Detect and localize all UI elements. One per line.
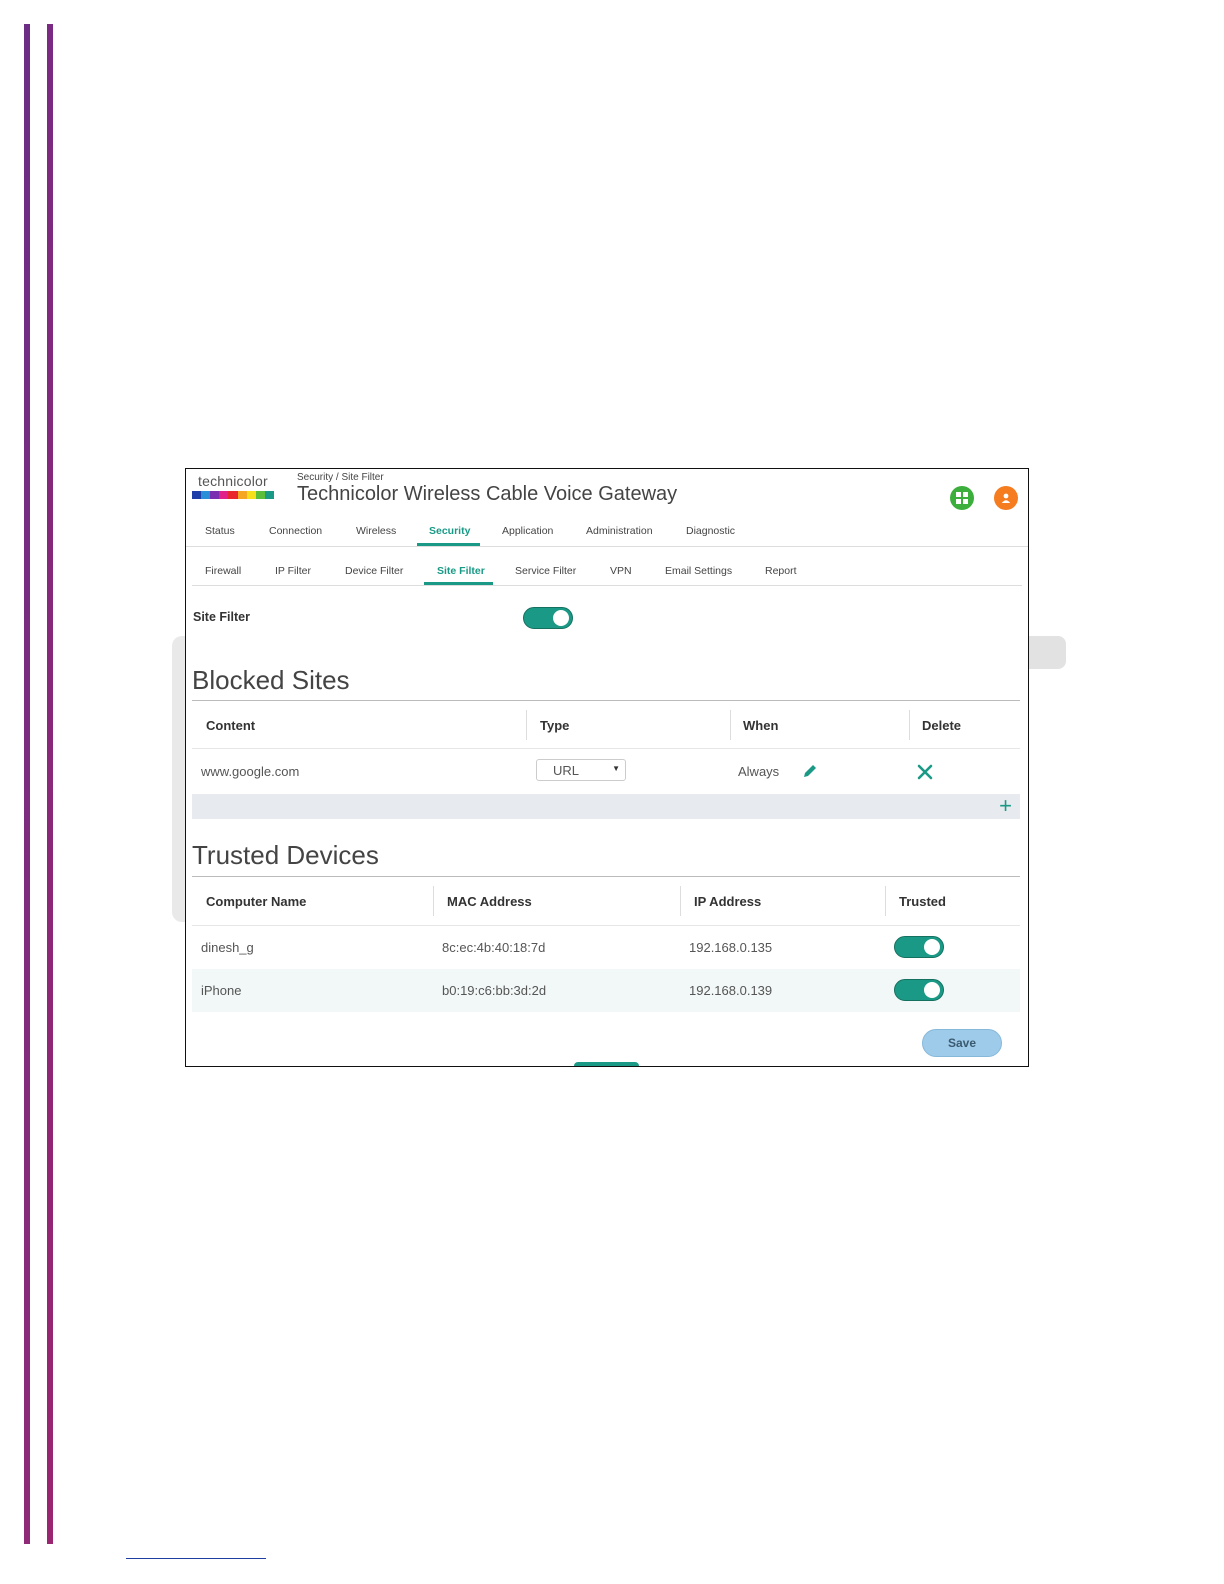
- column-separator: [526, 710, 527, 740]
- add-plus-icon[interactable]: +: [999, 793, 1012, 818]
- blocked-header-type: Type: [540, 718, 570, 733]
- nav-security[interactable]: Security: [429, 525, 470, 537]
- type-select-value: URL: [553, 763, 580, 778]
- trusted-header-ip: IP Address: [694, 894, 762, 909]
- subnav-device-filter[interactable]: Device Filter: [345, 565, 403, 577]
- blocked-sites-rule: [192, 700, 1020, 701]
- device-name: iPhone: [201, 983, 242, 998]
- page-margin-bar-right: [47, 24, 53, 1544]
- site-filter-toggle[interactable]: [523, 607, 573, 629]
- subnav-vpn[interactable]: VPN: [610, 565, 632, 577]
- router-screenshot: technicolor Security / Site Filter Techn…: [185, 468, 1029, 1067]
- trusted-devices-rule: [192, 876, 1020, 877]
- technicolor-logo: technicolor: [192, 473, 274, 499]
- toggle-knob: [924, 982, 940, 998]
- logo-text: technicolor: [198, 473, 268, 489]
- blocked-site-content: www.google.com: [201, 764, 300, 779]
- subnav-site-filter[interactable]: Site Filter: [437, 565, 485, 577]
- trusted-header-trusted: Trusted: [899, 894, 946, 909]
- logo-stripe-segment: [210, 491, 220, 499]
- subnav-firewall[interactable]: Firewall: [205, 565, 241, 577]
- subnav-active-indicator: [424, 582, 493, 585]
- column-separator: [909, 710, 910, 740]
- nav-connection[interactable]: Connection: [269, 525, 322, 537]
- column-separator: [730, 710, 731, 740]
- logo-stripe-segment: [228, 491, 238, 499]
- blocked-header-content: Content: [206, 718, 256, 733]
- logo-stripe-segment: [264, 491, 274, 499]
- device-ip: 192.168.0.139: [689, 983, 773, 998]
- logo-stripe-segment: [246, 491, 256, 499]
- row-divider: [192, 748, 1020, 749]
- add-blocked-site-row: +: [192, 793, 1020, 819]
- site-filter-label: Site Filter: [193, 610, 250, 624]
- nav-active-indicator: [417, 543, 480, 546]
- main-nav: Status Connection Wireless Security Appl…: [186, 521, 1028, 547]
- blocked-sites-title: Blocked Sites: [192, 665, 350, 695]
- bottom-tab-handle: [574, 1062, 639, 1066]
- logo-stripe-segment: [219, 491, 229, 499]
- column-separator: [885, 886, 886, 916]
- column-separator: [433, 886, 434, 916]
- sub-nav: Firewall IP Filter Device Filter Site Fi…: [192, 561, 1022, 586]
- user-icon[interactable]: [994, 486, 1018, 510]
- column-separator: [680, 886, 681, 916]
- save-button[interactable]: Save: [922, 1029, 1002, 1057]
- logo-stripe-segment: [237, 491, 247, 499]
- logo-stripe: [192, 491, 274, 499]
- apps-grid-icon[interactable]: [950, 486, 974, 510]
- blocked-header-delete: Delete: [922, 718, 962, 733]
- breadcrumb: Security / Site Filter: [297, 472, 384, 483]
- logo-stripe-segment: [201, 491, 211, 499]
- subnav-report[interactable]: Report: [765, 565, 797, 577]
- nav-application[interactable]: Application: [502, 525, 553, 537]
- nav-status[interactable]: Status: [205, 525, 235, 537]
- page-title: Technicolor Wireless Cable Voice Gateway: [297, 483, 678, 505]
- blocked-site-when: Always: [738, 764, 780, 779]
- device-mac: b0:19:c6:bb:3d:2d: [442, 983, 547, 998]
- nav-administration[interactable]: Administration: [586, 525, 653, 537]
- toggle-knob: [553, 610, 569, 626]
- footnote-separator: [126, 1558, 266, 1559]
- row-divider: [192, 925, 1020, 926]
- page-margin-bar-left: [24, 24, 30, 1544]
- toggle-knob: [924, 939, 940, 955]
- subnav-email-settings[interactable]: Email Settings: [665, 565, 732, 577]
- edit-pencil-icon[interactable]: [801, 762, 819, 785]
- caret-down-icon: ▼: [612, 764, 620, 773]
- device-name: dinesh_g: [201, 940, 254, 955]
- logo-stripe-segment: [255, 491, 265, 499]
- trusted-header-name: Computer Name: [206, 894, 307, 909]
- device-mac: 8c:ec:4b:40:18:7d: [442, 940, 546, 955]
- trusted-header-mac: MAC Address: [447, 894, 532, 909]
- nav-wireless[interactable]: Wireless: [356, 525, 396, 537]
- subnav-ip-filter[interactable]: IP Filter: [275, 565, 311, 577]
- device-ip: 192.168.0.135: [689, 940, 773, 955]
- blocked-header-when: When: [743, 718, 779, 733]
- blocked-site-type-select[interactable]: URL ▼: [536, 759, 626, 781]
- device-trusted-toggle[interactable]: [894, 936, 944, 958]
- nav-diagnostic[interactable]: Diagnostic: [686, 525, 735, 537]
- delete-x-icon[interactable]: [916, 763, 934, 786]
- device-trusted-toggle[interactable]: [894, 979, 944, 1001]
- trusted-devices-title: Trusted Devices: [192, 840, 379, 870]
- subnav-service-filter[interactable]: Service Filter: [515, 565, 576, 577]
- background-panel-right: [1028, 636, 1066, 669]
- logo-stripe-segment: [192, 491, 202, 499]
